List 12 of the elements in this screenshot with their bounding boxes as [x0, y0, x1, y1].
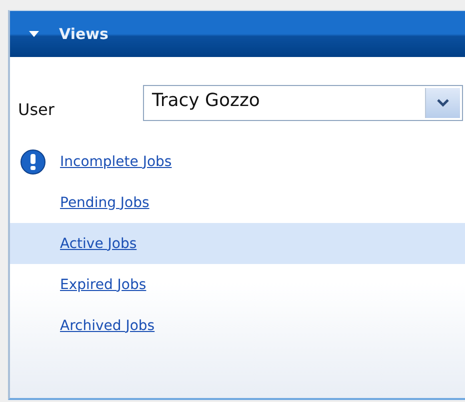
panel-header[interactable]: Views — [10, 11, 465, 57]
view-link[interactable]: Expired Jobs — [60, 276, 146, 292]
view-link[interactable]: Incomplete Jobs — [60, 154, 172, 170]
field-label: User — [18, 98, 56, 118]
view-link[interactable]: Pending Jobs — [60, 194, 150, 210]
view-link[interactable]: Archived Jobs — [60, 318, 155, 334]
panel-title: Views — [59, 25, 108, 43]
chevron-down-icon — [437, 99, 449, 107]
view-link[interactable]: Active Jobs — [60, 236, 137, 252]
user-dropdown[interactable]: Tracy Gozzo — [143, 85, 463, 121]
collapse-triangle-icon[interactable] — [28, 30, 40, 38]
dropdown-button[interactable] — [425, 88, 460, 118]
